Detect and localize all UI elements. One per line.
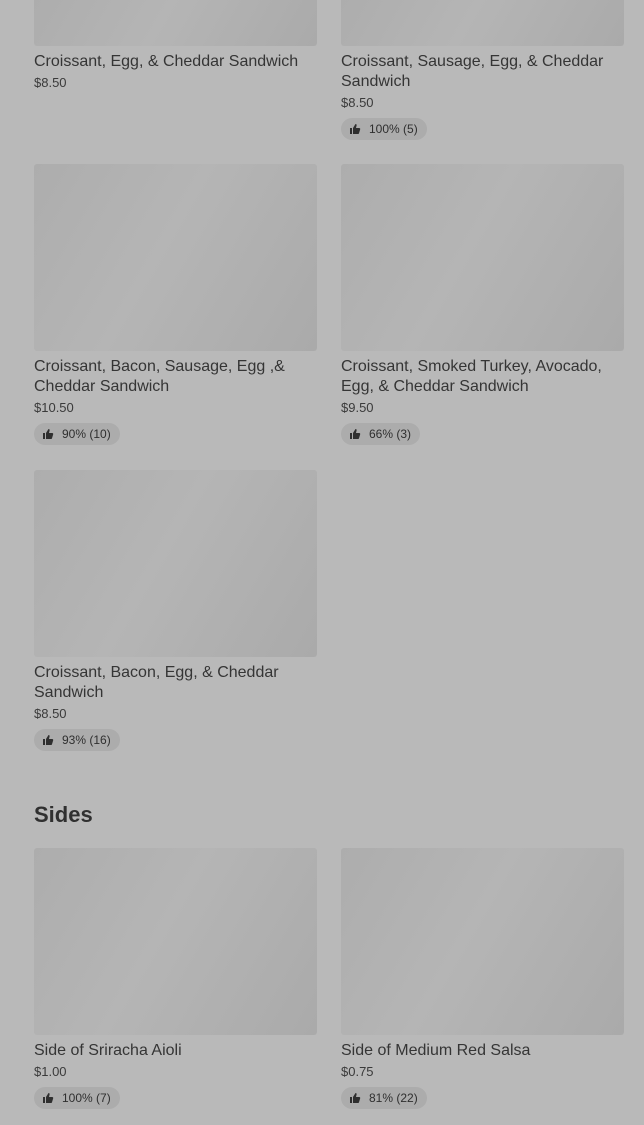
thumbs-up-icon <box>349 1092 361 1104</box>
menu-item-card[interactable]: Side of Medium Red Salsa $0.75 81% (22) <box>341 848 624 1109</box>
rating-badge: 81% (22) <box>341 1087 427 1109</box>
item-name: Croissant, Egg, & Cheddar Sandwich <box>34 53 299 70</box>
thumbs-up-icon <box>349 123 361 135</box>
item-price: $9.50 <box>341 400 374 415</box>
section-title-sides: Sides <box>34 802 93 827</box>
item-name: Croissant, Sausage, Egg, & Cheddar Sandw… <box>341 53 604 90</box>
item-image-placeholder <box>34 470 317 657</box>
menu-item-card[interactable]: Croissant, Smoked Turkey, Avocado, Egg, … <box>341 164 624 445</box>
item-name: Side of Sriracha Aioli <box>34 1042 182 1059</box>
menu-item-card[interactable]: Croissant, Bacon, Sausage, Egg ,& Chedda… <box>34 164 317 445</box>
item-price: $10.50 <box>34 400 74 415</box>
item-name: Side of Medium Red Salsa <box>341 1042 531 1059</box>
rating-text: 81% (22) <box>369 1091 418 1105</box>
menu-item-card[interactable]: Croissant, Sausage, Egg, & Cheddar Sandw… <box>341 0 624 140</box>
rating-badge: 66% (3) <box>341 423 421 445</box>
item-price: $1.00 <box>34 1064 67 1079</box>
thumbs-up-icon <box>42 428 54 440</box>
item-image-placeholder <box>341 0 624 46</box>
item-price: $0.75 <box>341 1064 374 1079</box>
rating-badge: 90% (10) <box>34 423 120 445</box>
item-price: $8.50 <box>34 75 67 90</box>
item-image-placeholder <box>341 848 624 1035</box>
thumbs-up-icon <box>349 428 361 440</box>
rating-text: 100% (5) <box>369 122 418 136</box>
item-price: $8.50 <box>341 95 374 110</box>
item-name: Croissant, Smoked Turkey, Avocado, Egg, … <box>341 358 602 395</box>
item-name: Croissant, Bacon, Egg, & Cheddar Sandwic… <box>34 664 279 701</box>
item-image-placeholder <box>34 848 317 1035</box>
thumbs-up-icon <box>42 1092 54 1104</box>
item-image-placeholder <box>34 164 317 351</box>
item-image-placeholder <box>34 0 317 46</box>
item-price: $8.50 <box>34 706 67 721</box>
rating-text: 66% (3) <box>369 427 412 441</box>
rating-text: 100% (7) <box>62 1091 111 1105</box>
item-image-placeholder <box>341 164 624 351</box>
rating-badge: 93% (16) <box>34 729 120 751</box>
item-name: Croissant, Bacon, Sausage, Egg ,& Chedda… <box>34 358 285 395</box>
thumbs-up-icon <box>42 734 54 746</box>
rating-text: 93% (16) <box>62 733 111 747</box>
menu-item-card[interactable]: Croissant, Bacon, Egg, & Cheddar Sandwic… <box>34 470 317 751</box>
rating-badge: 100% (7) <box>34 1087 120 1109</box>
menu-item-card[interactable]: Croissant, Egg, & Cheddar Sandwich $8.50 <box>34 0 317 91</box>
rating-badge: 100% (5) <box>341 118 427 140</box>
rating-text: 90% (10) <box>62 427 111 441</box>
menu-item-card[interactable]: Side of Sriracha Aioli $1.00 100% (7) <box>34 848 317 1109</box>
